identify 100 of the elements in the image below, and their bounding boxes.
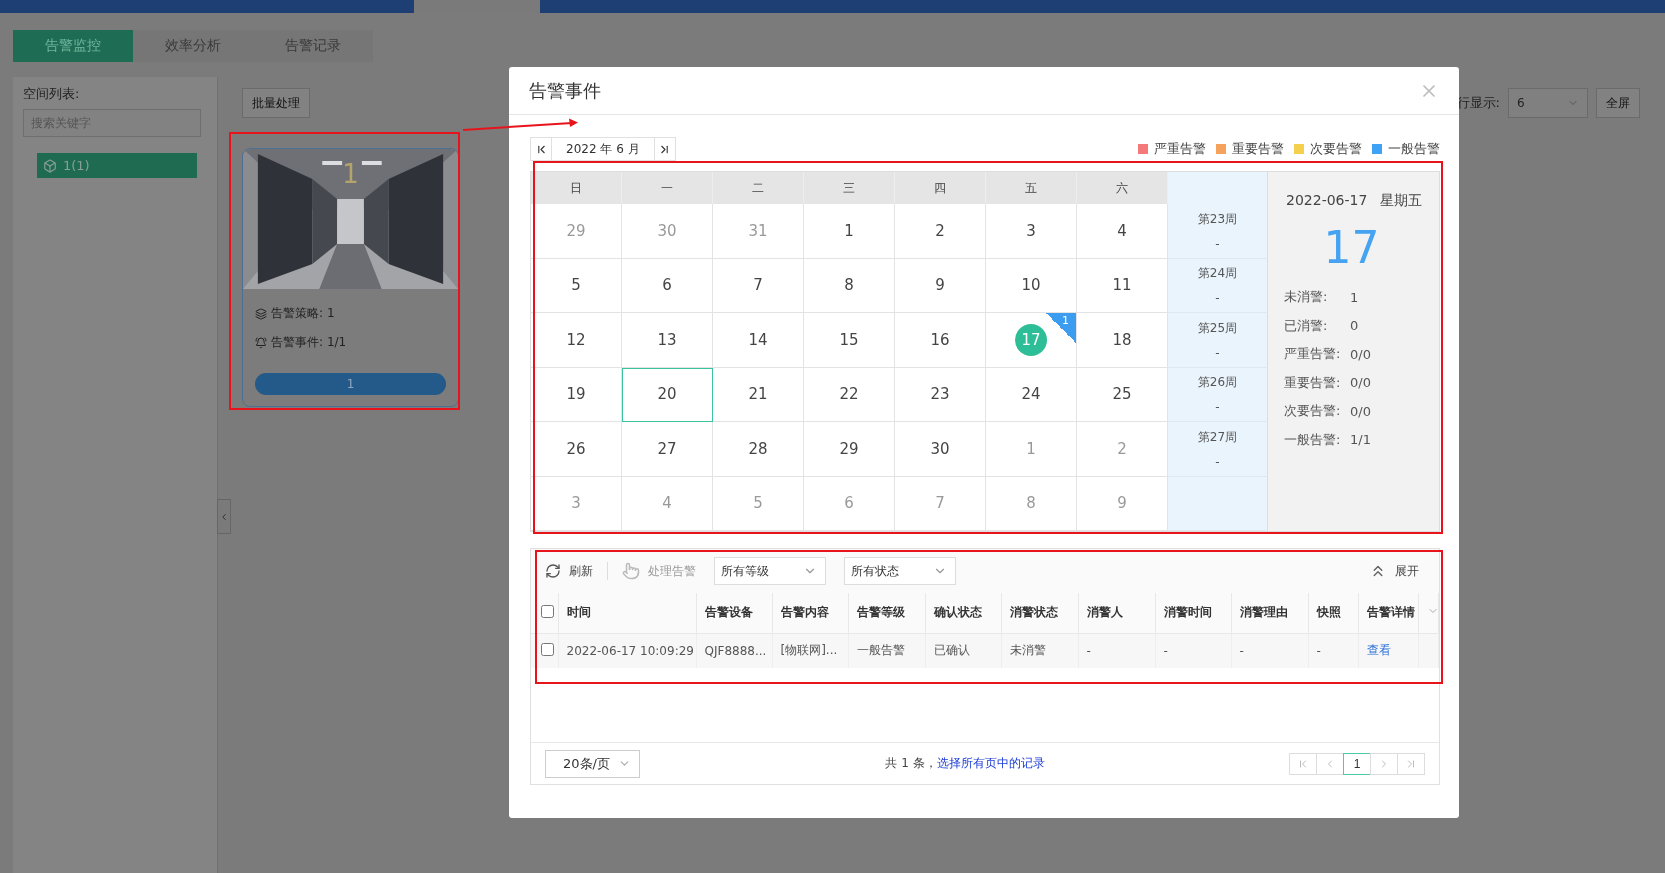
week-label: 第26周 (1197, 374, 1238, 392)
weekday-header: 五 (986, 172, 1077, 204)
day-cell[interactable]: 29 (804, 422, 895, 477)
day-cell[interactable]: 6 (622, 258, 713, 313)
fullscreen-button[interactable]: 全屏 (1596, 88, 1640, 118)
first-icon (1297, 757, 1309, 770)
table-cell: - (1231, 633, 1308, 668)
day-cell[interactable]: 21 (713, 367, 804, 422)
bell-icon (255, 336, 267, 349)
day-cell[interactable]: 14 (713, 313, 804, 368)
week-label: 第24周 (1197, 265, 1238, 283)
select-all-link[interactable]: 选择所有页中的记录 (936, 755, 1045, 772)
last-page-button[interactable] (1397, 752, 1425, 775)
column-header: 消警人 (1078, 593, 1155, 633)
column-header: 消警状态 (1001, 593, 1078, 633)
page-size-select[interactable]: 20条/页 (545, 749, 640, 778)
card-title: 1 (341, 159, 360, 189)
day-number: 26 (565, 438, 587, 460)
day-number: 16 (929, 329, 951, 351)
day-number: 7 (934, 493, 946, 515)
record-summary: 共 1 条， (885, 755, 937, 772)
day-number: 7 (752, 275, 764, 297)
day-cell[interactable]: 2 (895, 204, 986, 259)
table-cell: - (1078, 633, 1155, 668)
month-label: 2022 年 6 月 (551, 138, 655, 160)
next-page-button[interactable] (1370, 752, 1398, 775)
detail-stat-label: 重要告警: (1284, 373, 1342, 392)
cube-icon (43, 158, 57, 173)
day-number: 11 (1111, 275, 1133, 297)
hand-pointer-icon (622, 562, 640, 580)
weekday-header: 四 (895, 172, 986, 204)
day-number: 1 (1025, 438, 1037, 460)
day-cell[interactable]: 30 (895, 422, 986, 477)
day-number: 19 (565, 384, 587, 406)
rows-select[interactable]: 6 (1508, 88, 1588, 118)
day-cell[interactable]: 19 (531, 367, 622, 422)
day-number: 23 (929, 384, 951, 406)
day-cell[interactable]: 5 (531, 258, 622, 313)
day-number: 12 (565, 329, 587, 351)
weekday-header: 一 (622, 172, 713, 204)
detail-stat-label: 一般告警: (1284, 430, 1342, 449)
card-stat: 告警事件: 1/1 (271, 334, 347, 351)
day-cell[interactable]: 27 (622, 422, 713, 477)
detail-stat-value: 1/1 (1350, 432, 1371, 448)
day-cell[interactable]: 15 (804, 313, 895, 368)
day-cell[interactable]: 10 (986, 258, 1077, 313)
day-cell[interactable]: 28 (713, 422, 804, 477)
column-header: 告警详情 (1358, 593, 1418, 633)
day-cell[interactable]: 16 (895, 313, 986, 368)
day-number: 17 (1015, 323, 1047, 356)
batch-button[interactable]: 批量处理 (242, 88, 310, 118)
day-number: 10 (1020, 275, 1042, 297)
day-cell[interactable]: 1 (804, 204, 895, 259)
day-cell[interactable]: 8 (804, 258, 895, 313)
refresh-button[interactable]: 刷新 (545, 562, 593, 580)
day-number: 22 (838, 384, 860, 406)
day-cell[interactable]: 22 (804, 367, 895, 422)
day-number: 21 (747, 384, 769, 406)
day-cell[interactable]: 9 (895, 258, 986, 313)
collapse-handle[interactable] (217, 499, 231, 534)
day-cell[interactable]: 24 (986, 367, 1077, 422)
filter-select[interactable]: 所有等级 (714, 557, 826, 585)
legend-label: 次要告警 (1310, 140, 1362, 158)
day-number: 18 (1111, 329, 1133, 351)
legend-label: 严重告警 (1154, 140, 1206, 158)
last-icon (1405, 757, 1417, 770)
detail-stat-value: 0/0 (1350, 403, 1371, 419)
first-page-button[interactable] (1289, 752, 1317, 775)
day-number: 29 (565, 220, 587, 242)
day-number: 3 (570, 493, 582, 515)
day-cell[interactable]: 26 (531, 422, 622, 477)
prev-page-button[interactable] (1316, 752, 1344, 775)
week-value: - (1215, 454, 1220, 469)
week-label: 第23周 (1197, 210, 1238, 228)
day-cell[interactable]: 23 (895, 367, 986, 422)
day-cell[interactable]: 7 (713, 258, 804, 313)
day-number: 5 (752, 493, 764, 515)
day-number: 9 (934, 275, 946, 297)
weekday-header: 二 (713, 172, 804, 204)
day-cell[interactable]: 20 (622, 367, 713, 422)
select-all-checkbox[interactable] (541, 604, 554, 618)
day-cell[interactable]: 13 (622, 313, 713, 368)
day-cell[interactable]: 3 (986, 204, 1077, 259)
expand-button[interactable]: 展开 (1369, 562, 1419, 580)
table-cell: - (1155, 633, 1231, 668)
row-checkbox[interactable] (541, 642, 554, 656)
dialog-title: 告警事件 (529, 78, 601, 103)
day-number: 27 (656, 438, 678, 460)
day-number: 14 (747, 329, 769, 351)
day-number: 28 (747, 438, 769, 460)
view-link[interactable]: 查看 (1366, 643, 1391, 658)
day-number: 8 (1025, 493, 1037, 515)
day-number: 30 (656, 220, 678, 242)
filter-select[interactable]: 所有状态 (844, 557, 956, 585)
detail-date: 2022-06-17 星期五 (1286, 192, 1423, 210)
day-number: 2 (934, 220, 946, 242)
detail-stat-value: 0/0 (1350, 375, 1371, 391)
page-button[interactable]: 1 (1343, 752, 1371, 775)
day-cell[interactable]: 12 (531, 313, 622, 368)
layers-icon (255, 307, 267, 320)
